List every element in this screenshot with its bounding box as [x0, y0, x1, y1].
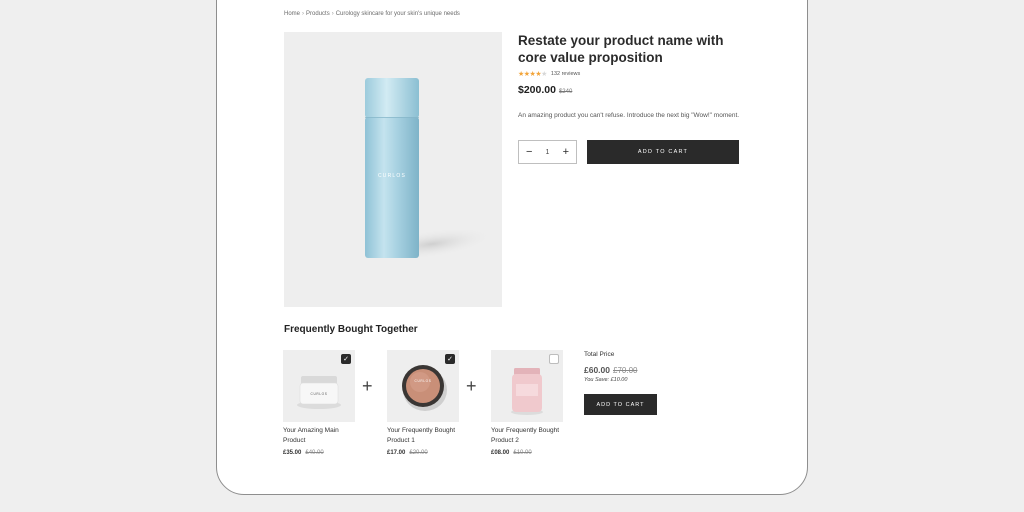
add-to-cart-button[interactable]: ADD TO CART	[587, 140, 739, 164]
star-rating-icon: ★★★★★	[518, 71, 547, 78]
fbt-title: Frequently Bought Together	[284, 324, 418, 335]
bottle-illustration: CURLOS	[365, 78, 494, 261]
product-title: Restate your product name with core valu…	[518, 33, 724, 65]
breadcrumb-current: Curology skincare for your skin's unique…	[335, 11, 460, 17]
fbt-item-name[interactable]: Your Frequently Bought Product 1	[387, 426, 457, 446]
minus-icon[interactable]: −	[526, 146, 532, 158]
product-image[interactable]: CURLOS	[284, 32, 502, 307]
fbt-item-old-price: £20.00	[409, 450, 428, 456]
bottle-brand-text: CURLOS	[378, 173, 406, 179]
total-old-price: £70.00	[613, 366, 638, 375]
you-save: You Save: £10.00	[584, 377, 628, 383]
breadcrumb-separator: ›	[331, 11, 334, 17]
fbt-item-price-row: £17.00 £20.00	[387, 450, 428, 456]
total-price-row: £60.00 £70.00	[584, 365, 637, 375]
compact-brand-text: CURLOS	[415, 379, 432, 383]
fbt-item-price: £17.00	[387, 450, 406, 456]
plus-icon: +	[466, 376, 477, 396]
fbt-checkbox-2[interactable]	[549, 354, 559, 364]
fbt-item-price-row: £08.00 £10.00	[491, 450, 532, 456]
product-price: $200.00	[518, 84, 556, 96]
fbt-item-old-price: £10.00	[513, 450, 532, 456]
fbt-item-name[interactable]: Your Frequently Bought Product 2	[491, 426, 561, 446]
fbt-item-name[interactable]: Your Amazing Main Product	[283, 426, 353, 446]
breadcrumb-separator: ›	[302, 11, 305, 17]
fbt-item-old-price: £40.00	[305, 450, 324, 456]
fbt-item-price: £08.00	[491, 450, 510, 456]
product-description: An amazing product you can't refuse. Int…	[518, 112, 740, 119]
fbt-checkbox-main[interactable]: ✓	[341, 354, 351, 364]
breadcrumb: Home › Products › Curology skincare for your…	[284, 11, 460, 17]
rating[interactable]: ★★★★★ 132 reviews	[518, 70, 580, 78]
fbt-item-price-row: £35.00 £40.00	[283, 450, 324, 456]
reviews-count[interactable]: 132 reviews	[551, 71, 580, 77]
product-old-price: $240	[558, 89, 573, 95]
quantity-value[interactable]: 1	[546, 149, 550, 156]
fbt-item-price: £35.00	[283, 450, 302, 456]
jar-brand-text: CURLOS	[311, 392, 328, 396]
breadcrumb-home[interactable]: Home	[284, 11, 300, 17]
fbt-checkbox-1[interactable]: ✓	[445, 354, 455, 364]
plus-icon: +	[362, 376, 373, 396]
quantity-stepper: − 1 +	[518, 140, 577, 164]
total-price: £60.00	[584, 365, 610, 375]
total-price-label: Total Price	[584, 351, 615, 358]
price-row: $200.00 $240	[518, 84, 572, 96]
breadcrumb-products[interactable]: Products	[306, 11, 330, 17]
plus-icon[interactable]: +	[563, 146, 569, 158]
fbt-add-to-cart-button[interactable]: ADD TO CART	[584, 394, 657, 415]
